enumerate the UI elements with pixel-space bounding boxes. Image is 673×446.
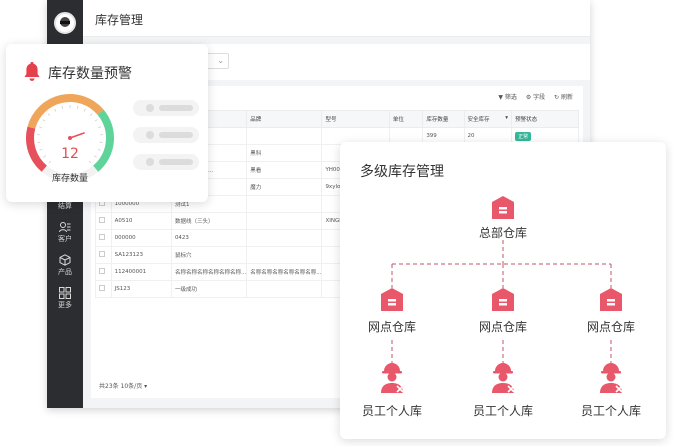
worker-icon bbox=[492, 363, 515, 393]
sidebar-item-label: 更多 bbox=[58, 301, 72, 309]
column-header[interactable]: 库存数量 bbox=[422, 110, 465, 128]
staff-inventory-label: 员工个人库 bbox=[580, 404, 641, 418]
row-checkbox[interactable] bbox=[95, 229, 112, 247]
sidebar-item-product[interactable]: 产品 bbox=[47, 254, 83, 277]
gauge-tick bbox=[61, 105, 64, 109]
gauge-tick bbox=[54, 108, 57, 112]
column-header[interactable]: 预警状态 bbox=[511, 110, 579, 128]
worker-icon bbox=[600, 363, 623, 393]
table-cell: 鼠标穴 bbox=[170, 246, 248, 264]
warehouse-icon bbox=[492, 196, 514, 219]
staff-inventory-label: 员工个人库 bbox=[472, 404, 533, 418]
column-header[interactable]: 安全库存 ▾ bbox=[463, 110, 513, 128]
multi-level-inventory-card: 多级库存管理 总部仓库 网点仓库 网点仓库 网点仓库 员工个人库 员工个人库 员… bbox=[340, 142, 666, 439]
row-checkbox[interactable] bbox=[95, 263, 112, 281]
table-cell bbox=[246, 195, 323, 213]
refresh-button[interactable]: ↻ 刷新 bbox=[554, 94, 573, 101]
table-cell: 黑科 bbox=[246, 144, 323, 162]
gauge-label: 库存数量 bbox=[51, 174, 88, 184]
table-cell: 000000 bbox=[110, 229, 172, 247]
gauge-tick bbox=[43, 155, 46, 158]
root-warehouse-label: 总部仓库 bbox=[478, 226, 527, 240]
table-cell: 0423 bbox=[170, 229, 248, 247]
app-header: 库存管理 bbox=[83, 0, 590, 37]
sidebar-item-label: 结算 bbox=[58, 202, 72, 210]
gauge-tick bbox=[88, 160, 92, 164]
gauge-tick bbox=[48, 160, 52, 164]
inventory-warning-card: 库存数量预警 12 库存数量 bbox=[6, 44, 208, 202]
staff-inventory-label: 员工个人库 bbox=[361, 404, 422, 418]
table-cell: 112400001 bbox=[110, 263, 172, 281]
table-cell: 名称名称名称名称名称名称... bbox=[170, 263, 248, 281]
pagination[interactable]: 共23条 10条/页 ▾ bbox=[99, 381, 147, 390]
table-cell: 魔力 bbox=[246, 178, 323, 196]
status-badge: 正常 bbox=[515, 131, 532, 141]
sidebar-item-label: 客户 bbox=[58, 235, 72, 243]
placeholder-line bbox=[133, 127, 199, 143]
sort-icon[interactable]: ▾ bbox=[505, 115, 508, 121]
column-header[interactable]: 型号 bbox=[321, 110, 390, 128]
table-toolbar: ▼ 筛选 ⚙ 字段 ↻ 刷新 bbox=[491, 92, 573, 101]
filter-button[interactable]: ▼ 筛选 bbox=[498, 94, 517, 101]
table-cell bbox=[246, 280, 323, 298]
gauge-tick bbox=[89, 113, 93, 116]
table-cell bbox=[246, 127, 323, 145]
sidebar-item-more[interactable]: 更多 bbox=[47, 287, 83, 310]
column-header[interactable]: 品牌 bbox=[246, 110, 323, 128]
sidebar-item-settle[interactable]: 结算 bbox=[47, 201, 83, 211]
product-icon bbox=[59, 254, 71, 266]
warehouse-icon bbox=[600, 288, 622, 311]
table-cell: 黑看 bbox=[246, 161, 323, 179]
placeholder-line bbox=[133, 100, 199, 116]
warehouse-icon bbox=[492, 288, 514, 311]
table-cell: SA123123 bbox=[110, 246, 172, 264]
table-cell: 一级成功 bbox=[170, 280, 248, 298]
gauge-tick bbox=[94, 119, 98, 122]
table-cell: A0510 bbox=[110, 212, 172, 230]
table-cell: JS123 bbox=[110, 280, 172, 298]
branch-warehouse-label: 网点仓库 bbox=[367, 320, 416, 334]
gauge-tick bbox=[47, 113, 51, 116]
row-checkbox[interactable] bbox=[95, 246, 112, 264]
gauge-tick bbox=[98, 126, 102, 129]
more-icon bbox=[59, 287, 71, 299]
customer-icon bbox=[59, 222, 71, 233]
gauge-tick bbox=[76, 105, 79, 109]
stage: 结算 客户 产品 更多 库存管理 ⌄ ▼ 筛选 ⚙ 字段 ↻ 刷新 品牌 型号 … bbox=[0, 0, 673, 446]
gauge-tick bbox=[38, 126, 42, 129]
row-checkbox[interactable] bbox=[95, 280, 112, 298]
table-cell: 数据线（三头） bbox=[170, 212, 248, 230]
avatar[interactable] bbox=[54, 12, 76, 34]
gauge-value: 12 bbox=[61, 146, 79, 162]
card-title: 库存数量预警 bbox=[48, 66, 132, 82]
gauge-tick bbox=[94, 155, 97, 158]
stock-gauge bbox=[26, 94, 114, 182]
bell-icon bbox=[24, 62, 40, 81]
table-cell bbox=[246, 212, 323, 230]
table-cell bbox=[246, 246, 323, 264]
warehouse-icon bbox=[381, 288, 403, 311]
gauge-tick bbox=[39, 148, 43, 151]
sidebar-item-label: 产品 bbox=[58, 268, 72, 276]
row-checkbox[interactable] bbox=[95, 212, 112, 230]
worker-icon bbox=[381, 363, 404, 393]
table-cell bbox=[246, 229, 323, 247]
sidebar-item-customer[interactable]: 客户 bbox=[47, 221, 83, 244]
gauge-tick bbox=[42, 119, 46, 122]
column-header[interactable]: 单位 bbox=[388, 110, 424, 128]
columns-button[interactable]: ⚙ 字段 bbox=[526, 94, 545, 101]
filter-bar: ⌄ bbox=[175, 44, 590, 80]
chevron-down-icon: ⌄ bbox=[217, 56, 224, 65]
gauge-tick bbox=[97, 148, 101, 151]
branch-warehouse-label: 网点仓库 bbox=[586, 320, 635, 334]
table-cell: 名称名称名称名称名称名称... bbox=[246, 263, 323, 281]
branch-warehouse-label: 网点仓库 bbox=[478, 320, 527, 334]
gauge-tick bbox=[83, 108, 86, 112]
page-title: 库存管理 bbox=[95, 13, 144, 27]
placeholder-line bbox=[133, 154, 199, 170]
